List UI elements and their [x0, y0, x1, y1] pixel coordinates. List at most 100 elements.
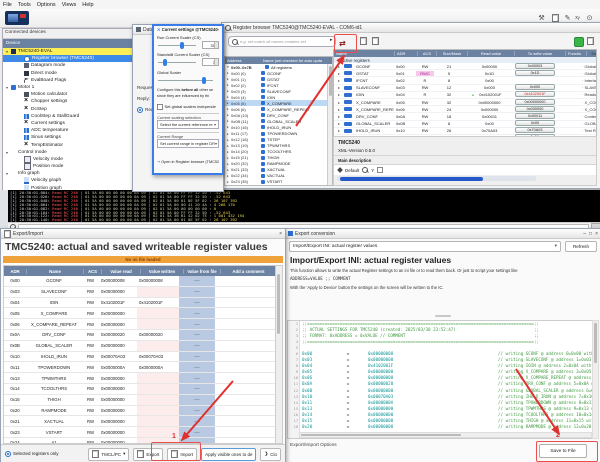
- write-value-button[interactable]: 0x00011: [515, 113, 555, 119]
- expander-icon[interactable]: ▾: [6, 150, 11, 155]
- close-icon[interactable]: ×: [595, 231, 598, 237]
- register-search-input[interactable]: e.g. set match all names contains set: [228, 36, 336, 47]
- menu-item[interactable]: Tools: [18, 2, 31, 8]
- table-horizontal-scrollbar[interactable]: [337, 176, 536, 181]
- export-import-row[interactable]: 0x21 XACTUAL RW 0x00000000 ----: [4, 416, 276, 427]
- tmcl-pc-button[interactable]: TMCL/PC▾: [88, 448, 129, 461]
- run-search-button[interactable]: ▸: [330, 37, 333, 43]
- comment-cell[interactable]: [215, 427, 276, 437]
- conversion-type-combo[interactable]: Import/Export INI: actual register value…: [289, 241, 561, 252]
- register-table-row[interactable]: ▸GSTAT 0x01 RWC 5 0x1D 0x1D Global Statu…: [334, 70, 596, 77]
- slider-knob[interactable]: [163, 59, 167, 66]
- export-import-row[interactable]: 0x10 IHOLD_IRUN RW 0x00070A03 0x00070A03…: [4, 352, 276, 363]
- slider-knob[interactable]: [180, 42, 184, 49]
- export-import-row[interactable]: 0x14 TCOOLTHRS RW 0x00000000 ----: [4, 384, 276, 395]
- export-import-row[interactable]: 0x13 TPWMTHRS RW 0x00000000 ----: [4, 373, 276, 384]
- write-value-button[interactable]: [533, 78, 537, 83]
- comment-cell[interactable]: [215, 330, 276, 340]
- write-value-button[interactable]: 0x00: [515, 120, 555, 126]
- report-icon[interactable]: [587, 37, 594, 45]
- table-scrollbar[interactable]: [275, 265, 283, 444]
- close-icon[interactable]: ×: [279, 231, 282, 237]
- address-column-header[interactable]: Address: [225, 58, 261, 63]
- comment-cell[interactable]: [215, 416, 276, 426]
- export-registers-icon[interactable]: ⇄: [339, 39, 346, 48]
- write-value-button[interactable]: 0x00003: [515, 63, 555, 69]
- export-import-heading: TMC5240: actual and saved writeable regi…: [5, 241, 268, 253]
- import-button[interactable]: Import: [167, 448, 197, 461]
- register-address: 0x15 (21): [231, 155, 261, 160]
- comment-cell[interactable]: [215, 406, 276, 416]
- expander-icon[interactable]: ▾: [6, 171, 11, 176]
- menu-item[interactable]: Help: [82, 2, 93, 8]
- export-import-row[interactable]: 0x15 THIGH RW 0x00000000 ----: [4, 395, 276, 406]
- comment-cell[interactable]: [215, 341, 276, 351]
- slider-knob[interactable]: [202, 77, 206, 84]
- global-scaler-slider[interactable]: [158, 80, 213, 81]
- code-vertical-scrollbar[interactable]: [592, 320, 599, 439]
- default-label[interactable]: Default: [345, 168, 359, 173]
- search-icon[interactable]: [362, 167, 368, 173]
- export-import-row[interactable]: 0x23 VSTART RW 0x00000000 ----: [4, 427, 276, 438]
- current-range-combo[interactable]: Set current range in register DR: [157, 139, 219, 148]
- save-to-file-button[interactable]: Save to File: [539, 444, 587, 458]
- checkbox-icon[interactable]: [377, 167, 383, 173]
- standstill-spinbox[interactable]: 3: [202, 58, 219, 66]
- run-current-spinbox[interactable]: 31: [202, 41, 219, 49]
- close-button[interactable]: ❯Clo: [260, 448, 281, 461]
- write-value-button[interactable]: 0x70A03: [515, 127, 555, 133]
- write-value-button[interactable]: 0x4102001F: [515, 91, 555, 97]
- code-horizontal-scrollbar[interactable]: [299, 432, 592, 438]
- export-import-row[interactable]: 0x11 TPOWERDOWN RW 0x0000000A 0x0000000A…: [4, 362, 276, 373]
- export-import-row[interactable]: 0x06 X_COMPARE_REPEAT RW 0x00000000 ----: [4, 319, 276, 330]
- tree-scrollbar[interactable]: [327, 64, 332, 185]
- export-import-row[interactable]: 0x20 RAMPMODE RW 0x00000000 ----: [4, 406, 276, 417]
- run-current-slider[interactable]: [158, 45, 196, 46]
- comment-cell[interactable]: [215, 395, 276, 405]
- no-ini-banner: No ini file loaded: [3, 256, 283, 263]
- comment-cell[interactable]: [215, 298, 276, 308]
- export-import-row[interactable]: 0x05 X_COMPARE RW 0x00000000 ----: [4, 308, 276, 319]
- export-button[interactable]: Export: [133, 448, 163, 461]
- tmcl-ide-screen: FileToolsOptionsViewsHelp ⚒ ✎ xy ⊙ Conne…: [0, 0, 600, 462]
- apply-visible-button[interactable]: Apply visible ones to de: [201, 448, 256, 461]
- menu-item[interactable]: Options: [37, 2, 56, 8]
- run-current-label: Run Current Scaler (CS): [157, 35, 219, 40]
- write-value-button[interactable]: 0x000000: [515, 106, 555, 112]
- comment-cell[interactable]: [215, 373, 276, 383]
- current-reference-combo[interactable]: Select the current reference re: [157, 120, 219, 129]
- standstill-slider[interactable]: [158, 62, 196, 63]
- export-import-row[interactable]: 0x03 SLAVECONF RW 0x00000000 ----: [4, 287, 276, 298]
- export-import-row[interactable]: 0x0A DRV_CONF RW 0x00000020 0x00000020 -…: [4, 330, 276, 341]
- open-file-icon[interactable]: [372, 37, 379, 45]
- ini-code-editor[interactable]: 123456789101112131415161718 ;;==========…: [287, 320, 593, 439]
- comment-cell[interactable]: [215, 319, 276, 329]
- splitter-handle[interactable]: [435, 315, 451, 317]
- export-import-row[interactable]: 0x0B GLOBAL_SCALER RW 0x00000000 ----: [4, 341, 276, 352]
- comment-cell[interactable]: [215, 287, 276, 297]
- write-value-button[interactable]: 0x00000000: [515, 99, 555, 105]
- scrollbar-thumb[interactable]: [340, 177, 483, 181]
- global-scalers-checkbox[interactable]: Set global scalers independe: [157, 104, 219, 110]
- menu-item[interactable]: Views: [62, 2, 77, 8]
- comment-cell[interactable]: [215, 362, 276, 372]
- minimize-icon[interactable]: –: [583, 231, 586, 237]
- maximize-icon[interactable]: □: [589, 231, 592, 237]
- new-file-icon[interactable]: [360, 37, 367, 45]
- name-column-header[interactable]: Name (set checked for auto upda: [261, 58, 324, 63]
- write-value-button[interactable]: 0x000: [515, 84, 555, 90]
- open-register-browser-link[interactable]: → Open in Register browser (TMC5240): [157, 159, 219, 164]
- selected-registers-radio[interactable]: Selected registers only: [5, 451, 59, 457]
- export-import-row[interactable]: 0x04 IOIN RW 0x4102001F 0x4102001F ----: [4, 298, 276, 309]
- register-name: TPOWERDOWN: [267, 131, 297, 136]
- comment-cell[interactable]: [215, 276, 276, 286]
- menu-item[interactable]: File: [3, 2, 12, 8]
- write-value-button[interactable]: 0x1D: [515, 70, 555, 76]
- comment-cell[interactable]: [215, 308, 276, 318]
- refresh-button[interactable]: Refresh: [565, 241, 597, 252]
- export-import-row[interactable]: 0x00 GCONF RW 0x00000008 0x00000008 ----: [4, 276, 276, 287]
- comment-cell[interactable]: [215, 384, 276, 394]
- comment-cell[interactable]: [215, 352, 276, 362]
- communication-log-console[interactable]: [1] 20:30:01.004: Read RC 240 | 01 5A 00…: [8, 190, 600, 224]
- register-tree-row[interactable]: ▸ 0x24 (36) A1: [225, 185, 332, 186]
